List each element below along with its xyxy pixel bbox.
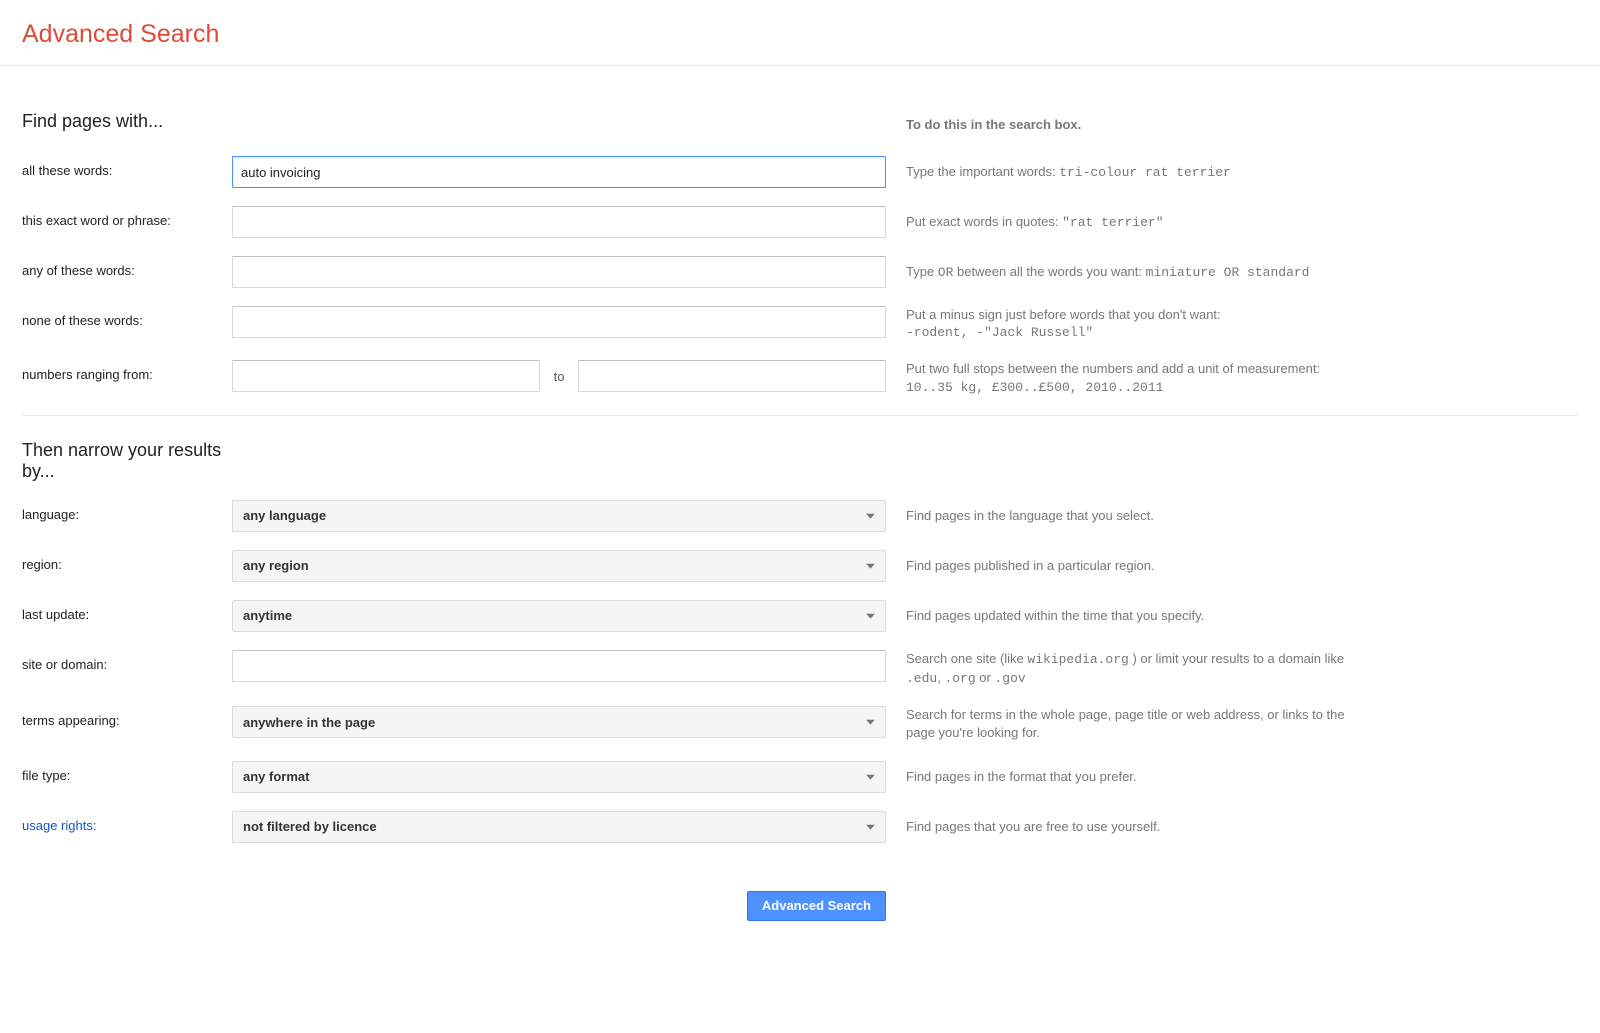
- select-rights[interactable]: not filtered by licence: [232, 811, 886, 843]
- find-section: Find pages with... To do this in the sea…: [0, 66, 1600, 397]
- narrow-section-head: Then narrow your results by...: [22, 440, 1578, 482]
- label-last-update: last update:: [22, 600, 232, 622]
- input-any-words[interactable]: [232, 256, 886, 288]
- row-site: site or domain: Search one site (like wi…: [22, 650, 1578, 688]
- chevron-down-icon: [866, 513, 875, 519]
- hint-all-words: Type the important words: tri-colour rat…: [906, 156, 1346, 182]
- row-all-words: all these words: Type the important word…: [22, 156, 1578, 188]
- chevron-down-icon: [866, 824, 875, 830]
- row-filetype: file type: any format Find pages in the …: [22, 761, 1578, 793]
- label-site: site or domain:: [22, 650, 232, 672]
- label-region: region:: [22, 550, 232, 572]
- hint-exact-phrase: Put exact words in quotes: "rat terrier": [906, 206, 1346, 232]
- row-rights: usage rights: not filtered by licence Fi…: [22, 811, 1578, 843]
- chevron-down-icon: [866, 720, 875, 726]
- select-terms-value: anywhere in the page: [243, 715, 375, 730]
- numbers-to-label: to: [550, 369, 569, 384]
- row-any-words: any of these words: Type OR between all …: [22, 256, 1578, 288]
- row-region: region: any region Find pages published …: [22, 550, 1578, 582]
- select-region[interactable]: any region: [232, 550, 886, 582]
- narrow-heading: Then narrow your results by...: [22, 440, 232, 482]
- label-numbers: numbers ranging from:: [22, 360, 232, 382]
- select-last-update[interactable]: anytime: [232, 600, 886, 632]
- label-any-words: any of these words:: [22, 256, 232, 278]
- label-all-words: all these words:: [22, 156, 232, 178]
- row-exact-phrase: this exact word or phrase: Put exact wor…: [22, 206, 1578, 238]
- select-filetype-value: any format: [243, 769, 309, 784]
- select-language-value: any language: [243, 508, 326, 523]
- narrow-section: Then narrow your results by... language:…: [0, 416, 1600, 843]
- hint-none-words: Put a minus sign just before words that …: [906, 306, 1346, 342]
- input-site[interactable]: [232, 650, 886, 682]
- input-exact-phrase[interactable]: [232, 206, 886, 238]
- row-language: language: any language Find pages in the…: [22, 500, 1578, 532]
- hint-numbers: Put two full stops between the numbers a…: [906, 360, 1346, 396]
- chevron-down-icon: [866, 563, 875, 569]
- select-last-update-value: anytime: [243, 608, 292, 623]
- row-numbers: numbers ranging from: to Put two full st…: [22, 360, 1578, 396]
- find-heading: Find pages with...: [22, 111, 232, 132]
- input-all-words[interactable]: [232, 156, 886, 188]
- label-usage-rights-link[interactable]: usage rights:: [22, 811, 232, 833]
- hint-last-update: Find pages updated within the time that …: [906, 600, 1346, 625]
- label-none-words: none of these words:: [22, 306, 232, 328]
- hint-any-words: Type OR between all the words you want: …: [906, 256, 1346, 282]
- select-terms[interactable]: anywhere in the page: [232, 706, 886, 738]
- select-language[interactable]: any language: [232, 500, 886, 532]
- page-header: Advanced Search: [0, 0, 1600, 65]
- hint-filetype: Find pages in the format that you prefer…: [906, 761, 1346, 786]
- label-exact-phrase: this exact word or phrase:: [22, 206, 232, 228]
- page-title: Advanced Search: [22, 20, 1600, 49]
- select-rights-value: not filtered by licence: [243, 819, 377, 834]
- input-number-to[interactable]: [578, 360, 886, 392]
- input-none-words[interactable]: [232, 306, 886, 338]
- advanced-search-page: Advanced Search Find pages with... To do…: [0, 0, 1600, 1033]
- hint-region: Find pages published in a particular reg…: [906, 550, 1346, 575]
- label-terms: terms appearing:: [22, 706, 232, 728]
- label-language: language:: [22, 500, 232, 522]
- advanced-search-button[interactable]: Advanced Search: [747, 891, 886, 921]
- hint-rights: Find pages that you are free to use your…: [906, 811, 1346, 836]
- chevron-down-icon: [866, 774, 875, 780]
- hint-site: Search one site (like wikipedia.org ) or…: [906, 650, 1346, 688]
- input-number-from[interactable]: [232, 360, 540, 392]
- row-last-update: last update: anytime Find pages updated …: [22, 600, 1578, 632]
- select-region-value: any region: [243, 558, 309, 573]
- label-filetype: file type:: [22, 761, 232, 783]
- select-filetype[interactable]: any format: [232, 761, 886, 793]
- hint-terms: Search for terms in the whole page, page…: [906, 706, 1346, 742]
- chevron-down-icon: [866, 613, 875, 619]
- hint-language: Find pages in the language that you sele…: [906, 500, 1346, 525]
- row-terms: terms appearing: anywhere in the page Se…: [22, 706, 1578, 742]
- submit-row: Advanced Search: [0, 861, 1600, 921]
- find-section-head: Find pages with... To do this in the sea…: [22, 111, 1578, 132]
- row-none-words: none of these words: Put a minus sign ju…: [22, 306, 1578, 342]
- hint-heading: To do this in the search box.: [906, 117, 1081, 132]
